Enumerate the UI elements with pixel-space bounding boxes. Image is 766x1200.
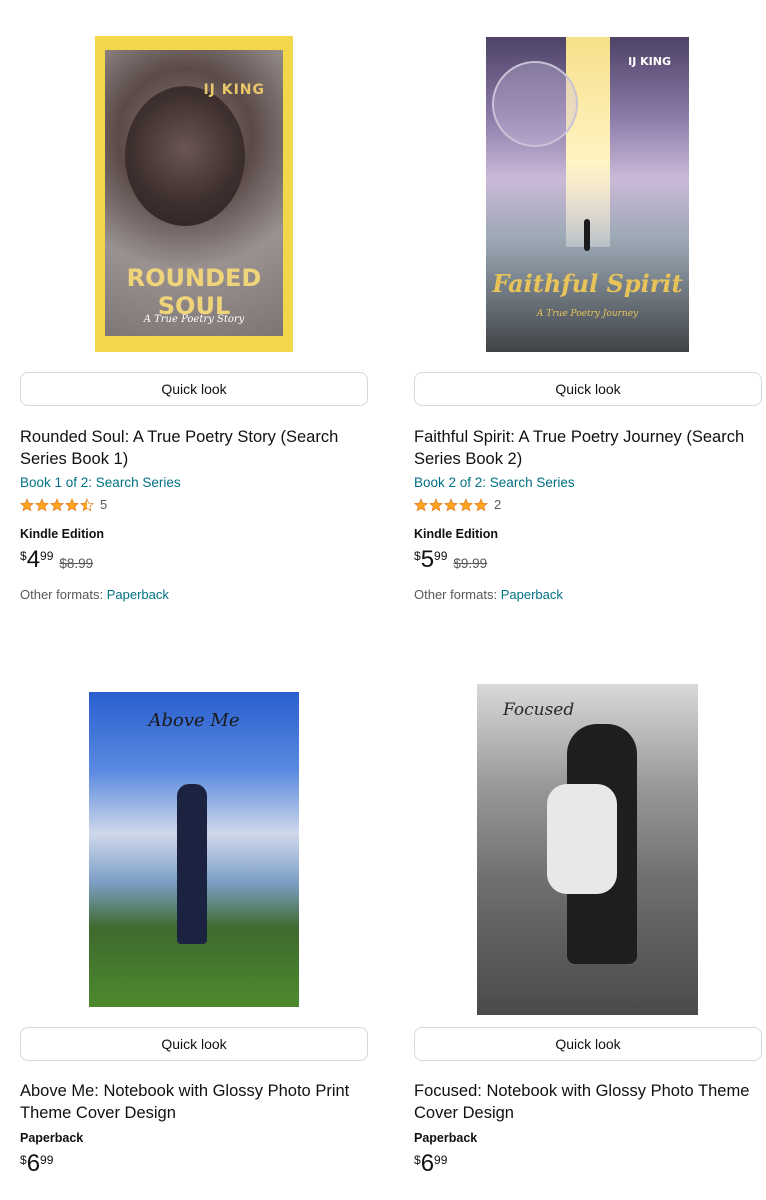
star-icon	[80, 497, 94, 511]
product-card: IJ KING Faithful Spirit A True Poetry Jo…	[414, 0, 762, 602]
cover-title: Focused	[503, 700, 575, 720]
price-currency: $	[414, 549, 421, 563]
book-cover-faithful-spirit[interactable]: IJ KING Faithful Spirit A True Poetry Jo…	[486, 37, 689, 352]
star-icon	[429, 497, 443, 511]
book-cover-above-me[interactable]: Above Me	[89, 692, 299, 1007]
quick-look-button[interactable]: Quick look	[20, 1027, 368, 1061]
cover-area[interactable]: IJ KING Faithful Spirit A True Poetry Jo…	[414, 0, 762, 352]
price-whole: 6	[26, 1150, 41, 1177]
cover-subtitle: A True Poetry Story	[143, 314, 245, 325]
price-fraction: 99	[40, 1153, 54, 1167]
other-formats-label: Other formats:	[414, 587, 498, 602]
book-cover-focused[interactable]: Focused	[477, 684, 698, 1015]
format-label: Paperback	[414, 1131, 478, 1145]
series-link[interactable]: Book 2 of 2: Search Series	[414, 475, 575, 490]
list-price: $9.99	[453, 556, 488, 571]
star-icon	[65, 497, 79, 511]
rating-count: 5	[100, 497, 108, 512]
star-rating	[20, 497, 94, 512]
price[interactable]: $ 6 99	[414, 1151, 447, 1177]
cover-title: Faithful Spirit	[492, 269, 683, 298]
series-link[interactable]: Book 1 of 2: Search Series	[20, 475, 181, 490]
star-icon	[459, 497, 473, 511]
format-label: Kindle Edition	[20, 527, 105, 541]
price-whole: 4	[26, 546, 41, 573]
star-icon	[444, 497, 458, 511]
price[interactable]: $ 6 99	[20, 1151, 53, 1177]
cover-author: IJ KING	[203, 82, 265, 98]
product-title[interactable]: Rounded Soul: A True Poetry Story (Searc…	[20, 426, 368, 470]
format-label: Paperback	[20, 1131, 84, 1145]
price-whole: 5	[420, 546, 435, 573]
star-icon	[414, 497, 428, 511]
price-currency: $	[414, 1153, 421, 1167]
product-title[interactable]: Above Me: Notebook with Glossy Photo Pri…	[20, 1080, 368, 1124]
rating[interactable]: 2	[414, 497, 501, 512]
cover-title: ROUNDED SOUL	[126, 264, 262, 320]
price-fraction: 99	[434, 549, 448, 563]
product-card: IJ KING ROUNDED SOUL A True Poetry Story…	[20, 0, 368, 602]
other-formats: Other formats: Paperback	[414, 587, 563, 602]
price-fraction: 99	[434, 1153, 448, 1167]
quick-look-button[interactable]: Quick look	[414, 1027, 762, 1061]
star-icon	[35, 497, 49, 511]
product-grid: IJ KING ROUNDED SOUL A True Poetry Story…	[0, 0, 766, 1200]
price[interactable]: $ 4 99 $8.99	[20, 547, 93, 573]
cover-area[interactable]: IJ KING ROUNDED SOUL A True Poetry Story	[20, 0, 368, 352]
cover-title: Above Me	[148, 710, 240, 731]
rating[interactable]: 5	[20, 497, 107, 512]
price-whole: 6	[420, 1150, 435, 1177]
quick-look-button[interactable]: Quick look	[414, 372, 762, 406]
format-label: Kindle Edition	[414, 527, 499, 541]
other-formats-label: Other formats:	[20, 587, 104, 602]
product-title[interactable]: Focused: Notebook with Glossy Photo Them…	[414, 1080, 762, 1124]
rating-count: 2	[494, 497, 502, 512]
cover-subtitle: A True Poetry Journey	[536, 309, 639, 319]
price-currency: $	[20, 549, 27, 563]
paperback-link[interactable]: Paperback	[501, 587, 563, 602]
star-icon	[50, 497, 64, 511]
book-cover-rounded-soul[interactable]: IJ KING ROUNDED SOUL A True Poetry Story	[95, 36, 293, 352]
price-currency: $	[20, 1153, 27, 1167]
quick-look-button[interactable]: Quick look	[20, 372, 368, 406]
cover-author: IJ KING	[628, 55, 671, 68]
clock-graphic	[492, 61, 578, 147]
paperback-link[interactable]: Paperback	[107, 587, 169, 602]
product-title[interactable]: Faithful Spirit: A True Poetry Journey (…	[414, 426, 762, 470]
star-icon	[20, 497, 34, 511]
price[interactable]: $ 5 99 $9.99	[414, 547, 487, 573]
price-fraction: 99	[40, 549, 54, 563]
other-formats: Other formats: Paperback	[20, 587, 169, 602]
list-price: $8.99	[59, 556, 94, 571]
star-icon	[474, 497, 488, 511]
star-rating	[414, 497, 488, 512]
